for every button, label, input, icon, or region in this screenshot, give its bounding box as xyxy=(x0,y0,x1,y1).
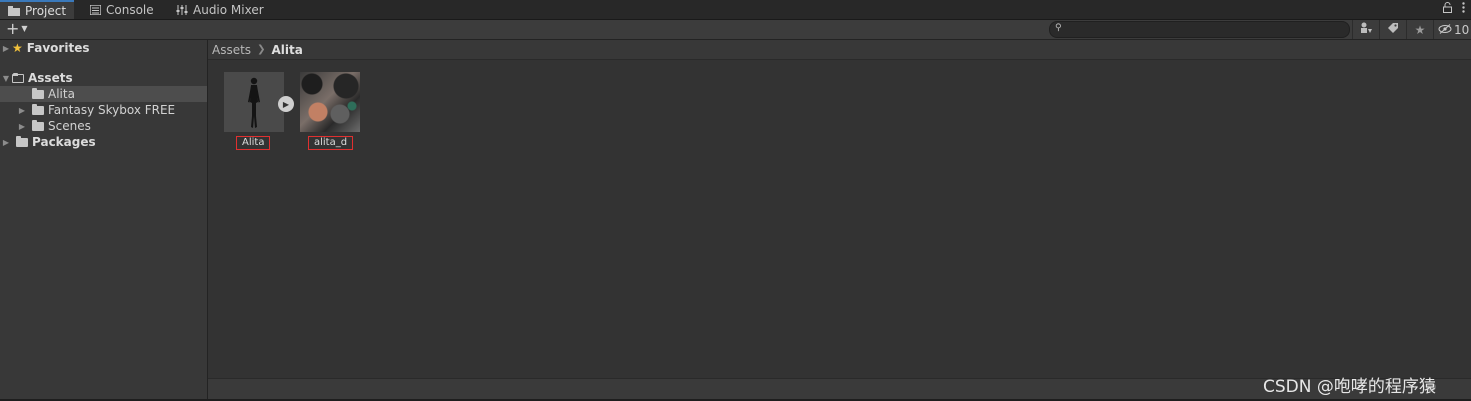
collapse-arrow-icon[interactable]: ▼ xyxy=(0,74,12,83)
tree-item-label: Fantasy Skybox FREE xyxy=(48,103,176,117)
tab-console[interactable]: Console xyxy=(82,0,162,19)
expand-arrow-icon[interactable]: ▶ xyxy=(16,106,28,115)
tree-item-favorites[interactable]: ▶ ★ Favorites xyxy=(0,40,207,56)
folder-icon xyxy=(8,5,20,16)
tab-label: Project xyxy=(25,3,67,18)
tree-item-label: Assets xyxy=(28,71,73,85)
tree-item-label: Packages xyxy=(32,135,96,149)
window-tab-bar: Project Console Audio Mixer xyxy=(0,0,1471,20)
create-dropdown-button[interactable]: + ▼ xyxy=(6,21,28,37)
expand-arrow-icon[interactable]: ▶ xyxy=(0,138,12,147)
project-toolbar: + ▼ ⚲ ★ 10 xyxy=(0,20,1471,40)
asset-browser: Assets ❯ Alita Alita ▶ alita_d xyxy=(208,40,1471,378)
console-icon xyxy=(90,4,101,15)
folder-icon xyxy=(32,103,44,115)
asset-label[interactable]: Alita xyxy=(236,136,271,150)
tree-item-assets[interactable]: ▼ Assets xyxy=(0,70,207,86)
chevron-down-icon: ▼ xyxy=(21,24,28,33)
tab-project[interactable]: Project xyxy=(0,0,75,19)
tree-item-alita[interactable]: Alita xyxy=(0,86,207,102)
tree-item-fantasy-skybox[interactable]: ▶ Fantasy Skybox FREE xyxy=(0,102,207,118)
tree-item-label: Favorites xyxy=(26,41,90,55)
more-options-icon[interactable] xyxy=(1462,2,1465,16)
asset-item-texture[interactable]: alita_d xyxy=(300,72,364,150)
hidden-packages-toggle[interactable]: 10 xyxy=(1433,20,1471,39)
project-folder-tree: ▶ ★ Favorites ▼ Assets Alita ▶ Fantasy S… xyxy=(0,40,208,399)
folder-icon xyxy=(32,119,44,131)
eye-hidden-icon xyxy=(1438,23,1452,37)
tree-item-label: Alita xyxy=(48,87,75,101)
watermark-text: CSDN @咆哮的程序猿 xyxy=(1263,377,1436,397)
save-search-button[interactable]: ★ xyxy=(1406,20,1433,39)
expand-arrow-icon[interactable]: ▶ xyxy=(16,122,28,131)
tab-label: Audio Mixer xyxy=(193,2,264,17)
tree-item-label: Scenes xyxy=(48,119,91,133)
search-icon: ⚲ xyxy=(1055,23,1062,33)
texture-thumbnail[interactable] xyxy=(300,72,360,132)
mixer-icon xyxy=(176,4,188,15)
tag-icon xyxy=(1387,22,1399,37)
folder-open-icon xyxy=(12,72,24,83)
asset-label[interactable]: alita_d xyxy=(308,136,354,150)
lock-icon[interactable] xyxy=(1443,2,1452,16)
breadcrumb: Assets ❯ Alita xyxy=(208,40,1471,60)
breadcrumb-current[interactable]: Alita xyxy=(271,43,302,57)
tab-audio-mixer[interactable]: Audio Mixer xyxy=(168,0,272,19)
star-icon: ★ xyxy=(1414,22,1426,37)
folder-icon xyxy=(32,87,44,99)
expand-arrow-icon[interactable]: ▶ xyxy=(0,44,12,53)
tree-item-packages[interactable]: ▶ Packages xyxy=(0,134,207,150)
character-model-icon xyxy=(224,72,284,132)
tree-item-scenes[interactable]: ▶ Scenes xyxy=(0,118,207,134)
breadcrumb-root[interactable]: Assets xyxy=(212,43,251,57)
search-by-label-button[interactable] xyxy=(1379,20,1406,39)
filter-type-icon xyxy=(1360,22,1373,37)
folder-icon xyxy=(16,135,28,147)
tab-label: Console xyxy=(106,2,154,17)
play-preview-icon[interactable]: ▶ xyxy=(278,96,294,112)
chevron-right-icon: ❯ xyxy=(257,44,266,55)
model-thumbnail[interactable] xyxy=(224,72,284,132)
plus-icon: + xyxy=(6,19,20,38)
search-field[interactable]: ⚲ xyxy=(1049,21,1350,38)
hidden-count: 10 xyxy=(1454,22,1470,37)
search-by-type-button[interactable] xyxy=(1352,20,1379,39)
star-icon: ★ xyxy=(12,41,23,55)
